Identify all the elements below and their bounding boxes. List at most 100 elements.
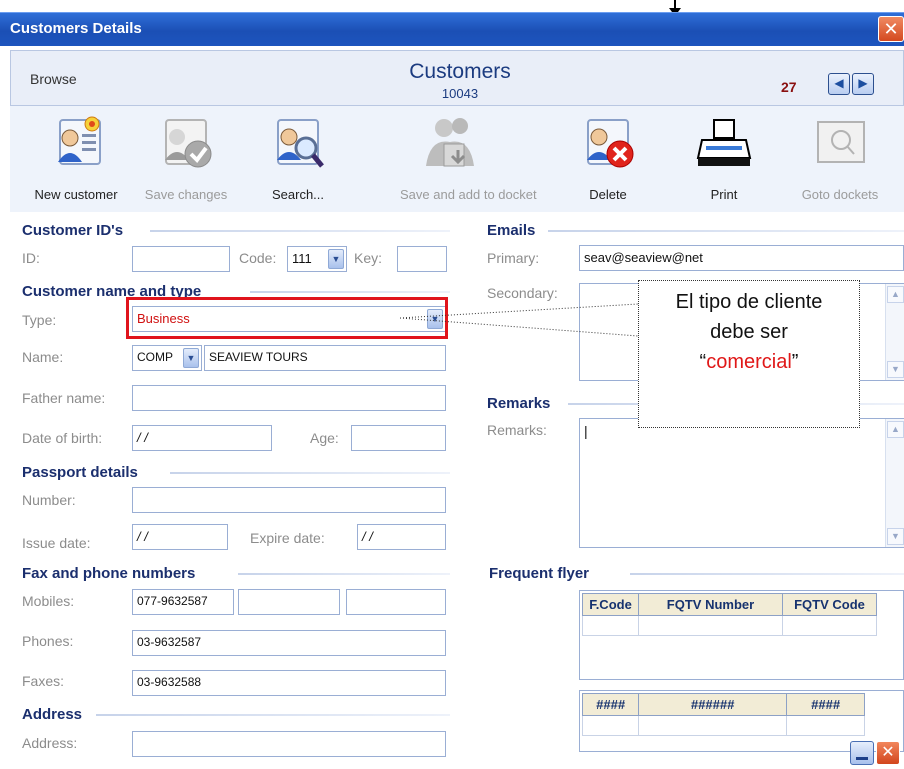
section-address: Address [22, 706, 83, 723]
name-prefix-select[interactable]: COMP ▼ [132, 345, 202, 371]
minimize-icon [856, 757, 868, 760]
key-label: Key: [354, 250, 383, 266]
column-header[interactable]: ###### [638, 693, 787, 716]
column-header[interactable]: FQTV Number [638, 593, 783, 616]
age-label: Age: [310, 430, 339, 446]
scroll-down-icon[interactable]: ▼ [887, 528, 904, 545]
section-frequent-flyer: Frequent flyer [489, 565, 590, 582]
previous-record-button[interactable]: ◀ [828, 73, 850, 95]
id-label: ID: [22, 250, 40, 266]
father-name-field[interactable] [132, 385, 446, 411]
scroll-up-icon[interactable]: ▲ [887, 421, 904, 438]
phone-field[interactable]: 03-9632587 [132, 630, 446, 656]
key-field[interactable] [397, 246, 447, 272]
toolbar-label: New customer [34, 187, 118, 202]
next-record-button[interactable]: ▶ [852, 73, 874, 95]
toolbar-label: Save and add to docket [400, 187, 537, 202]
callout-connector [400, 303, 639, 337]
dob-label: Date of birth: [22, 430, 103, 446]
section-divider [238, 573, 450, 575]
goto-dockets-icon [817, 121, 865, 163]
close-quote: ” [791, 351, 799, 373]
column-header[interactable]: #### [786, 693, 865, 716]
close-form-button[interactable]: ✕ [876, 741, 900, 765]
section-emails: Emails [487, 222, 536, 239]
section-customer-ids: Customer ID's [22, 222, 124, 239]
callout-highlight: comercial [706, 351, 792, 373]
column-header[interactable]: FQTV Code [782, 593, 877, 616]
secondary-scrollbar[interactable]: ▲ ▼ [885, 284, 904, 380]
customer-code: 10043 [441, 86, 479, 101]
age-field[interactable] [351, 425, 446, 451]
primary-email-label: Primary: [487, 250, 540, 266]
expire-date-label: Expire date: [250, 530, 325, 546]
toolbar-label: Save changes [144, 187, 228, 202]
minimize-button[interactable] [850, 741, 874, 765]
window-title: Customers Details [10, 20, 142, 37]
frequent-flyer-grid[interactable]: F.Code FQTV Number FQTV Code [579, 590, 904, 680]
expire-date-field[interactable]: / / [357, 524, 446, 550]
section-passport: Passport details [22, 464, 138, 481]
issue-date-label: Issue date: [22, 535, 91, 551]
type-label: Type: [22, 312, 57, 328]
section-divider [548, 230, 904, 232]
toolbar-label: Goto dockets [801, 187, 879, 202]
table-row[interactable] [582, 615, 877, 636]
save-add-docket-icon [426, 118, 474, 167]
chevron-down-icon[interactable]: ▼ [328, 249, 344, 269]
id-field[interactable] [132, 246, 230, 272]
goto-dockets-button[interactable]: Goto dockets [790, 114, 890, 202]
faxes-label: Faxes: [22, 673, 65, 689]
delete-customer-icon [587, 119, 634, 168]
phones-label: Phones: [22, 633, 74, 649]
father-name-label: Father name: [22, 390, 106, 406]
passport-number-label: Number: [22, 492, 76, 508]
search-customer-button[interactable]: Search... [248, 114, 348, 202]
mode-label: Browse [30, 71, 77, 87]
toolbar-label: Print [710, 187, 738, 202]
annotation-callout: El tipo de cliente debe ser “comercial” [638, 280, 860, 428]
primary-email-field[interactable]: seav@seaview@net [579, 245, 904, 271]
section-divider [150, 230, 450, 232]
section-divider [630, 573, 904, 575]
printer-icon [696, 119, 752, 166]
address-field[interactable] [132, 731, 446, 757]
passport-number-field[interactable] [132, 487, 446, 513]
code-value: 111 [292, 251, 312, 266]
fax-field[interactable]: 03-9632588 [132, 670, 446, 696]
secondary-email-label: Secondary: [487, 285, 558, 301]
name-field[interactable]: SEAVIEW TOURS [204, 345, 446, 371]
scroll-up-icon[interactable]: ▲ [887, 286, 904, 303]
print-button[interactable]: Print [674, 114, 774, 202]
table-row[interactable] [582, 715, 865, 736]
new-customer-icon [58, 116, 101, 165]
window-close-button[interactable]: ✕ [878, 16, 904, 42]
callout-line-1: El tipo de cliente [675, 291, 823, 313]
toolbar-label: Delete [589, 187, 627, 202]
save-add-docket-button[interactable]: Save and add to docket [400, 114, 537, 202]
callout-line-3: “comercial” [639, 347, 859, 377]
mobile-field-3[interactable] [346, 589, 446, 615]
mobiles-label: Mobiles: [22, 593, 75, 609]
remarks-field[interactable]: | [579, 418, 904, 548]
callout-line-2: debe ser [710, 321, 788, 343]
new-customer-button[interactable]: New customer [26, 114, 126, 202]
name-label: Name: [22, 349, 64, 365]
code-select[interactable]: 111 ▼ [287, 246, 347, 272]
remarks-scrollbar[interactable]: ▲ ▼ [885, 419, 904, 547]
name-prefix-value: COMP [137, 350, 173, 364]
window-titlebar: Customers Details ✕ [0, 12, 904, 46]
mobile-field-1[interactable]: 077-9632587 [132, 589, 234, 615]
column-header[interactable]: #### [582, 693, 639, 716]
save-changes-button[interactable]: Save changes [136, 114, 236, 202]
column-header[interactable]: F.Code [582, 593, 639, 616]
dob-field[interactable]: / / [132, 425, 272, 451]
code-label: Code: [239, 250, 277, 266]
mobile-field-2[interactable] [238, 589, 340, 615]
delete-customer-button[interactable]: Delete [558, 114, 658, 202]
scroll-down-icon[interactable]: ▼ [887, 361, 904, 378]
section-divider [170, 472, 450, 474]
chevron-down-icon[interactable]: ▼ [183, 348, 199, 368]
section-fax-phone: Fax and phone numbers [22, 565, 196, 582]
issue-date-field[interactable]: / / [132, 524, 228, 550]
